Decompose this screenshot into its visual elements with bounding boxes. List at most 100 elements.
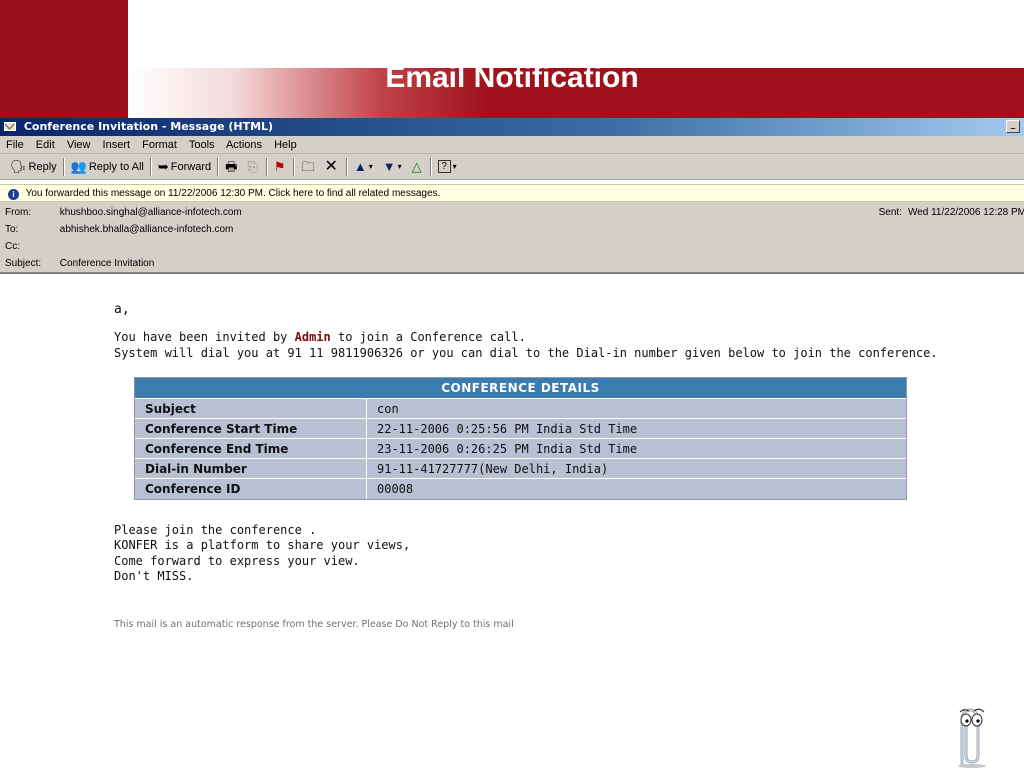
to-row: To: abhishek.bhalla@alliance-infotech.co… xyxy=(0,221,1024,238)
detail-label: Conference Start Time xyxy=(135,419,367,439)
reply-all-button[interactable]: 👥 Reply to All xyxy=(67,156,148,178)
menu-format[interactable]: Format xyxy=(142,139,177,151)
forward-button[interactable]: ➥ Forward xyxy=(154,156,215,178)
window-title: Conference Invitation - Message (HTML) xyxy=(23,120,274,133)
minimize-button[interactable]: _ xyxy=(1006,120,1020,133)
info-bar[interactable]: i You forwarded this message on 11/22/20… xyxy=(0,184,1024,202)
message-body: a, You have been invited by Admin to joi… xyxy=(0,288,1024,768)
table-row: Conference End Time 23-11-2006 0:26:25 P… xyxy=(135,439,906,459)
slide-title: Email Notification xyxy=(385,61,639,94)
greeting: a, xyxy=(114,302,130,317)
menu-tools[interactable]: Tools xyxy=(189,139,215,151)
reply-label: Reply xyxy=(28,160,57,173)
from-label: From: xyxy=(5,207,32,218)
detail-value: 91-11-41727777(New Delhi, India) xyxy=(367,459,906,479)
print-button[interactable]: 🖶 xyxy=(221,156,243,178)
address-book-button[interactable]: △ xyxy=(408,156,428,178)
slide-left-bar xyxy=(0,0,128,118)
address-book-icon: △ xyxy=(411,159,422,174)
menu-file[interactable]: File xyxy=(6,139,24,151)
envelope-icon xyxy=(4,122,16,131)
follow-up-flag-button[interactable]: ⚑ xyxy=(270,156,292,178)
toolbar-separator xyxy=(345,157,348,176)
subject-value: Conference Invitation xyxy=(59,258,155,269)
detail-label: Subject xyxy=(135,399,367,419)
menu-actions[interactable]: Actions xyxy=(226,139,262,151)
table-header-row: CONFERENCE DETAILS xyxy=(135,378,906,399)
table-row: Dial-in Number 91-11-41727777(New Delhi,… xyxy=(135,459,906,479)
toolbar-separator xyxy=(265,157,268,176)
previous-item-button[interactable]: ▲ ▾ xyxy=(350,156,379,178)
from-value[interactable]: khushboo.singhal@alliance-infotech.com xyxy=(60,207,242,218)
copy-button[interactable]: ⎘ xyxy=(243,156,263,178)
auto-response-note: This mail is an automatic response from … xyxy=(114,619,514,630)
toolbar-separator xyxy=(62,157,65,176)
info-bar-text: You forwarded this message on 11/22/2006… xyxy=(25,188,441,199)
reply-icon: 🗣 xyxy=(10,159,27,174)
table-row: Subject con xyxy=(135,399,906,419)
subject-label: Subject: xyxy=(5,258,42,269)
down-arrow-icon: ▼ xyxy=(382,159,396,174)
to-value[interactable]: abhishek.bhalla@alliance-infotech.com xyxy=(60,224,234,235)
detail-value: con xyxy=(367,399,906,419)
detail-value: 23-11-2006 0:26:25 PM India Std Time xyxy=(367,439,906,459)
standard-toolbar: 🗣 Reply 👥 Reply to All ➥ Forward 🖶 ⎘ ⚑ 🗀 xyxy=(0,154,1024,180)
dial-line: System will dial you at 91 11 9811906326… xyxy=(114,346,938,360)
toolbar-separator xyxy=(217,157,220,176)
table-header: CONFERENCE DETAILS xyxy=(135,378,906,399)
menu-insert[interactable]: Insert xyxy=(103,139,131,151)
flag-icon: ⚑ xyxy=(273,159,286,174)
invite-prefix: You have been invited by xyxy=(114,330,295,344)
dropdown-arrow-icon: ▾ xyxy=(452,161,457,171)
toolbar-separator xyxy=(293,157,296,176)
menu-bar: File Edit View Insert Format Tools Actio… xyxy=(0,136,1024,154)
detail-label: Conference End Time xyxy=(135,439,367,459)
next-item-button[interactable]: ▼ ▾ xyxy=(379,156,408,178)
invite-line: You have been invited by Admin to join a… xyxy=(114,329,938,345)
help-icon: ? xyxy=(437,160,451,173)
menu-help[interactable]: Help xyxy=(274,139,297,151)
from-row: From: khushboo.singhal@alliance-infotech… xyxy=(0,204,1024,221)
detail-label: Dial-in Number xyxy=(135,459,367,479)
sent-label: Sent: xyxy=(878,207,902,218)
cc-row: Cc: xyxy=(0,238,1024,255)
table-row: Conference ID 00008 xyxy=(135,479,906,499)
subject-row: Subject: Conference Invitation xyxy=(0,255,1024,272)
forward-icon: ➥ xyxy=(157,159,169,174)
closing-text: Please join the conference . KONFER is a… xyxy=(114,523,410,584)
sent-field: Sent: Wed 11/22/2006 12:28 PM xyxy=(879,204,1024,221)
toolbar-separator xyxy=(429,157,432,176)
inviter-name: Admin xyxy=(294,330,331,344)
closing-line: Come forward to express your view. xyxy=(114,553,360,568)
closing-line: KONFER is a platform to share your views… xyxy=(114,538,411,553)
message-headers: From: khushboo.singhal@alliance-infotech… xyxy=(0,202,1024,274)
office-assistant-paperclip-icon[interactable] xyxy=(944,700,994,768)
move-to-folder-icon: 🗀 xyxy=(301,159,315,174)
help-button[interactable]: ? ▾ xyxy=(434,156,463,178)
sent-value: Wed 11/22/2006 12:28 PM xyxy=(907,207,1024,218)
reply-all-icon: 👥 xyxy=(70,159,87,174)
info-icon: i xyxy=(8,189,19,200)
reply-button[interactable]: 🗣 Reply xyxy=(6,156,61,178)
up-arrow-icon: ▲ xyxy=(353,159,367,174)
dropdown-arrow-icon: ▾ xyxy=(368,161,373,171)
detail-value: 00008 xyxy=(367,479,906,499)
conference-details-table: CONFERENCE DETAILS Subject con Conferenc… xyxy=(134,377,907,500)
menu-edit[interactable]: Edit xyxy=(36,139,55,151)
forward-label: Forward xyxy=(170,160,212,173)
move-to-folder-button[interactable]: 🗀 xyxy=(297,156,320,178)
reply-all-label: Reply to All xyxy=(88,160,144,173)
detail-value: 22-11-2006 0:25:56 PM India Std Time xyxy=(367,419,906,439)
toolbar-separator xyxy=(149,157,152,176)
table-row: Conference Start Time 22-11-2006 0:25:56… xyxy=(135,419,906,439)
delete-button[interactable]: ✕ xyxy=(320,156,343,178)
to-label: To: xyxy=(5,224,19,235)
cc-label: Cc: xyxy=(5,241,20,252)
invitation-text: You have been invited by Admin to join a… xyxy=(114,329,938,361)
detail-label: Conference ID xyxy=(135,479,367,499)
window-titlebar[interactable]: Conference Invitation - Message (HTML) _ xyxy=(0,118,1024,136)
closing-line: Please join the conference . xyxy=(114,523,317,537)
menu-view[interactable]: View xyxy=(67,139,91,151)
dropdown-arrow-icon: ▾ xyxy=(397,161,402,171)
closing-line: Don't MISS. xyxy=(114,568,194,583)
